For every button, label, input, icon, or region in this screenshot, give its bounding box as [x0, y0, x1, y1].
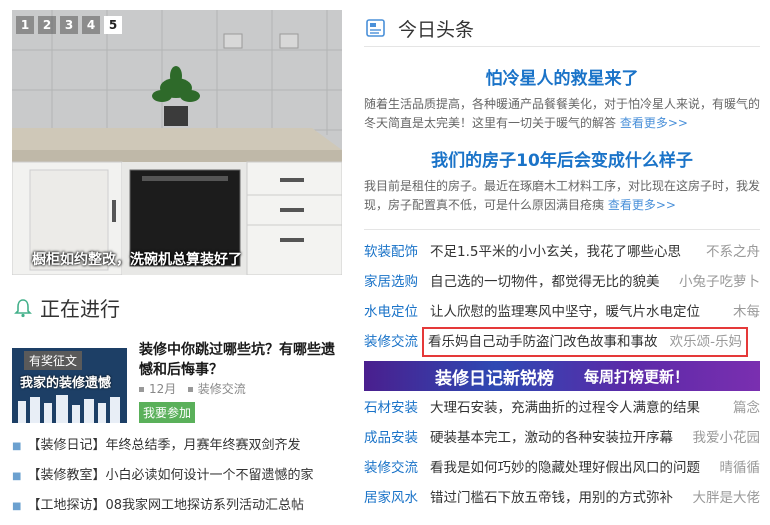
row-author[interactable]: 木每 — [727, 297, 760, 327]
row-title[interactable]: 看我是如何巧妙的隐藏处理好假出风口的问题 — [430, 460, 700, 476]
feature-meta: 12月 装修交流 — [139, 380, 246, 397]
list-item[interactable]: ■ 【装修教室】小白必读如何设计一个不留遗憾的家 — [12, 465, 347, 495]
banner-main: 装修日记新锐榜 — [434, 368, 554, 389]
row-category[interactable]: 装修交流 — [364, 453, 430, 483]
ongoing-feature: 有奖征文 我家的装修遗憾 装修中你跳过哪些坑？有哪些遗憾和后悔事？ 12月 装修… — [12, 340, 342, 425]
headline-2-text: 我目前是租住的房子。最近在琢磨木工材料工序，对比现在这房子时，我发现，房子配置真… — [364, 179, 761, 212]
headline-1-title[interactable]: 怕冷星人的救星来了 — [364, 64, 760, 89]
join-button[interactable]: 我要参加 — [139, 402, 196, 423]
feature-month: 12月 — [149, 382, 177, 396]
headline-2-title[interactable]: 我们的房子10年后会变成什么样子 — [364, 146, 760, 171]
row-title[interactable]: 看乐妈自己动手防盗门改色故事和事故 — [428, 334, 658, 350]
bullet-icon: ■ — [12, 471, 22, 482]
row-category[interactable]: 装修交流 — [364, 327, 430, 357]
bullet-icon: ■ — [12, 441, 22, 452]
slider-page-2[interactable]: 2 — [38, 16, 56, 34]
feature-title[interactable]: 装修中你跳过哪些坑？有哪些遗憾和后悔事？ — [139, 340, 344, 380]
newspaper-icon — [366, 19, 385, 37]
slider-page-5[interactable]: 5 — [104, 16, 122, 34]
table-row[interactable]: 家居选购 自己选的一切物件，都觉得无比的貌美 小兔子吃萝卜 — [364, 267, 760, 297]
thumb-tag: 有奖征文 — [24, 351, 83, 370]
skyline-graphic — [18, 395, 120, 423]
banner-sub: 每周打榜更新！ — [583, 367, 689, 386]
table-row[interactable]: 装修交流 看我是如何巧妙的隐藏处理好假出风口的问题 晴循循 — [364, 453, 760, 483]
list-item-text[interactable]: 【工地探访】08我家网工地探访系列活动汇总帖 — [27, 498, 304, 513]
row-title[interactable]: 错过门槛石下放五帝钱，用别的方式弥补 — [430, 490, 673, 506]
square-bullet-icon — [139, 387, 144, 392]
row-category[interactable]: 软装配饰 — [364, 237, 430, 267]
view-more-link[interactable]: 查看更多>> — [620, 116, 688, 130]
table-row[interactable]: 成品安装 硬装基本完工，激动的各种安装拉开序幕 我爱小花园 — [364, 423, 760, 453]
table-row[interactable]: 水电定位 让人欣慰的监理寒风中坚守，暖气片水电定位 木每 — [364, 297, 760, 327]
slider-page-4[interactable]: 4 — [82, 16, 100, 34]
table-row[interactable]: 居家风水 错过门槛石下放五帝钱，用别的方式弥补 大胖是大佬 — [364, 483, 760, 513]
headline-2-desc: 我目前是租住的房子。最近在琢磨木工材料工序，对比现在这房子时，我发现，房子配置真… — [364, 177, 760, 215]
row-author[interactable]: 篇念 — [727, 393, 760, 423]
bullet-icon: ■ — [12, 501, 22, 512]
square-bullet-icon — [187, 387, 193, 392]
row-category[interactable]: 水电定位 — [364, 297, 430, 327]
view-more-link[interactable]: 查看更多>> — [608, 198, 676, 212]
row-title[interactable]: 让人欣慰的监理寒风中坚守，暖气片水电定位 — [430, 304, 700, 320]
ongoing-section-title: 正在进行 — [14, 293, 120, 322]
headline-1-text: 随着生活品质提高，各种暖通产品餐餐美化，对于怕冷星人来说，有暖气的冬天简直是太完… — [364, 97, 761, 130]
slider-page-3[interactable]: 3 — [60, 16, 78, 34]
left-column: 1 2 3 4 5 橱柜如约整改，洗碗机总算装好了 — [12, 10, 342, 275]
headline-1-desc: 随着生活品质提高，各种暖通产品餐餐美化，对于怕冷星人来说，有暖气的冬天简直是太完… — [364, 95, 760, 133]
row-title[interactable]: 自己选的一切物件，都觉得无比的貌美 — [430, 274, 660, 290]
row-category[interactable]: 石材安装 — [364, 393, 430, 423]
ongoing-title: 正在进行 — [40, 297, 120, 321]
row-category[interactable]: 家居选购 — [364, 267, 430, 297]
row-title[interactable]: 不足1.5平米的小小玄关，我花了哪些心思 — [430, 244, 681, 260]
list-item-text[interactable]: 【装修教室】小白必读如何设计一个不留遗憾的家 — [27, 468, 313, 483]
row-title[interactable]: 硬装基本完工，激动的各种安装拉开序幕 — [430, 430, 673, 446]
headlines-header: 今日头条 — [364, 10, 760, 47]
row-author[interactable]: 晴循循 — [713, 453, 760, 483]
headlines-title: 今日头条 — [398, 18, 475, 41]
feature-thumbnail[interactable]: 有奖征文 我家的装修遗憾 — [12, 348, 127, 423]
row-category[interactable]: 成品安装 — [364, 423, 430, 453]
thumb-text: 我家的装修遗憾 — [20, 376, 112, 391]
row-category[interactable]: 居家风水 — [364, 483, 430, 513]
table-row[interactable]: 软装配饰 不足1.5平米的小小玄关，我花了哪些心思 不系之舟 — [364, 237, 760, 267]
list-item[interactable]: ■ 【装修日记】年终总结季，月赛年终赛双剑齐发 — [12, 435, 347, 465]
table-row[interactable]: 石材安装 大理石安装，充满曲折的过程令人满意的结果 篇念 — [364, 393, 760, 423]
slider-pagination: 1 2 3 4 5 — [16, 16, 122, 34]
row-author[interactable]: 大胖是大佬 — [686, 483, 760, 513]
table-row[interactable]: 装修交流 看乐妈自己动手防盗门改色故事和事故 欢乐颂-乐妈 — [364, 327, 760, 357]
headline-rows: 软装配饰 不足1.5平米的小小玄关，我花了哪些心思 不系之舟 家居选购 自己选的一切物… — [364, 237, 760, 513]
list-item[interactable]: ■ 【工地探访】08我家网工地探访系列活动汇总帖 — [12, 495, 347, 525]
row-author[interactable]: 欢乐颂-乐妈 — [663, 329, 742, 355]
slider-page-1[interactable]: 1 — [16, 16, 34, 34]
ongoing-list: ■ 【装修日记】年终总结季，月赛年终赛双剑齐发 ■ 【装修教室】小白必读如何设计一个… — [12, 435, 347, 525]
row-author[interactable]: 我爱小花园 — [686, 423, 760, 453]
right-column: 今日头条 怕冷星人的救星来了 随着生活品质提高，各种暖通产品餐餐美化，对于怕冷星… — [364, 10, 760, 513]
divider — [364, 229, 760, 230]
row-author[interactable]: 小兔子吃萝卜 — [673, 267, 760, 297]
diary-rank-banner[interactable]: 装修日记新锐榜 每周打榜更新！ — [364, 361, 760, 391]
feature-category[interactable]: 装修交流 — [198, 382, 246, 396]
list-item-text[interactable]: 【装修日记】年终总结季，月赛年终赛双剑齐发 — [27, 438, 300, 453]
row-author[interactable]: 不系之舟 — [700, 237, 760, 267]
slider-caption[interactable]: 橱柜如约整改，洗碗机总算装好了 — [12, 249, 342, 269]
bell-icon — [14, 298, 32, 317]
kitchen-photo — [12, 10, 342, 275]
row-title[interactable]: 大理石安装，充满曲折的过程令人满意的结果 — [430, 400, 700, 416]
image-slider[interactable]: 1 2 3 4 5 橱柜如约整改，洗碗机总算装好了 — [12, 10, 342, 275]
